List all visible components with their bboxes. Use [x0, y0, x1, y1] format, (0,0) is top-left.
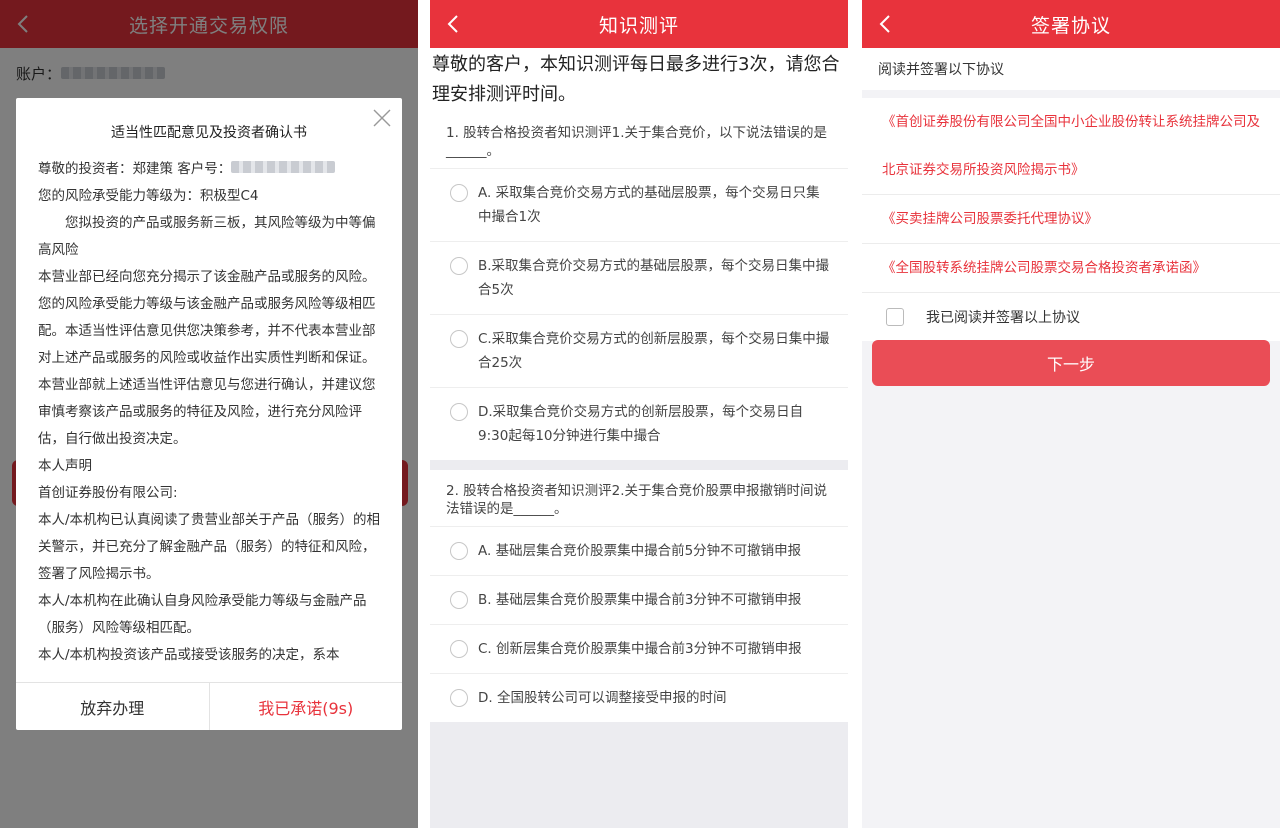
agreement-header: 阅读并签署以下协议 — [862, 48, 1280, 90]
next-button[interactable]: 下一步 — [872, 340, 1270, 386]
navbar: 知识测评 — [430, 0, 848, 48]
option-label: B. 基础层集合竞价股票集中撮合前3分钟不可撤销申报 — [478, 592, 802, 608]
dialog-paragraph: 您拟投资的产品或服务新三板，其风险等级为中等偏高风险 — [38, 215, 376, 258]
question-text: 1. 股转合格投资者知识测评1.关于集合竞价，以下说法错误的是______。 — [446, 125, 828, 159]
radio-button[interactable] — [450, 689, 468, 707]
dialog-paragraph: 本人声明 — [38, 458, 92, 474]
dialog-paragraph: 本人/本机构投资该产品或接受该服务的决定，系本 — [38, 647, 340, 663]
option-row[interactable]: D. 全国股转公司可以调整接受申报的时间 — [430, 673, 848, 722]
option-row[interactable]: C.采取集合竞价交易方式的创新层股票，每个交易日集中撮合25次 — [430, 314, 848, 387]
agree-checkbox-label: 我已阅读并签署以上协议 — [926, 310, 1080, 326]
option-label: D. 全国股转公司可以调整接受申报的时间 — [478, 690, 727, 706]
risk-level: 您的风险承受能力等级为：积极型C4 — [38, 188, 259, 204]
radio-button[interactable] — [450, 591, 468, 609]
modal-overlay: 适当性匹配意见及投资者确认书 尊敬的投资者：郑建策 客户号： 您的风险承受能力等… — [0, 0, 418, 828]
agreement-list: 《首创证券股份有限公司全国中小企业股份转让系统挂牌公司及 北京证券交易所投资风险… — [862, 98, 1280, 293]
option-label: D.采取集合竞价交易方式的创新层股票，每个交易日自9:30起每10分钟进行集中撮… — [478, 404, 804, 444]
agree-checkbox-row[interactable]: 我已阅读并签署以上协议 — [862, 293, 1280, 341]
dialog-paragraph: 本人/本机构已认真阅读了贵营业部关于产品（服务）的相关警示，并已充分了解金融产品… — [38, 512, 381, 582]
agreement-link[interactable]: 北京证券交易所投资风险揭示书》 — [862, 146, 1280, 195]
page-title: 签署协议 — [1030, 14, 1111, 37]
agreement-link[interactable]: 《全国股转系统挂牌公司股票交易合格投资者承诺函》 — [862, 244, 1280, 293]
masked-customer-id — [231, 161, 336, 173]
radio-button[interactable] — [450, 184, 468, 202]
page-title: 知识测评 — [598, 14, 679, 37]
back-icon[interactable] — [446, 0, 470, 48]
dialog-paragraph: 本营业部就上述适当性评估意见与您进行确认，并建议您审慎考察该产品或服务的特征及风… — [38, 377, 376, 447]
radio-button[interactable] — [450, 403, 468, 421]
agree-checkbox[interactable] — [886, 308, 904, 326]
option-row[interactable]: B. 基础层集合竞价股票集中撮合前3分钟不可撤销申报 — [430, 575, 848, 624]
divider — [430, 460, 848, 470]
dialog-paragraph: 本人/本机构在此确认自身风险承受能力等级与金融产品（服务）风险等级相匹配。 — [38, 593, 367, 636]
confirm-button[interactable]: 我已承诺(9s) — [210, 683, 403, 730]
radio-button[interactable] — [450, 542, 468, 560]
agreement-link[interactable]: 《首创证券股份有限公司全国中小企业股份转让系统挂牌公司及 — [862, 98, 1280, 146]
option-row[interactable]: B.采取集合竞价交易方式的基础层股票，每个交易日集中撮合5次 — [430, 241, 848, 314]
option-row[interactable]: D.采取集合竞价交易方式的创新层股票，每个交易日自9:30起每10分钟进行集中撮… — [430, 387, 848, 460]
dialog-paragraph: 首创证券股份有限公司: — [38, 485, 178, 501]
agreement-link[interactable]: 《买卖挂牌公司股票委托代理协议》 — [862, 195, 1280, 244]
question: 2. 股转合格投资者知识测评2.关于集合竞价股票申报撤销时间说法错误的是____… — [430, 470, 848, 722]
option-row[interactable]: A. 基础层集合竞价股票集中撮合前5分钟不可撤销申报 — [430, 526, 848, 575]
screen-trading-permission: 选择开通交易权限 账户： 适当性匹配意见及投资者确认书 尊敬的投资者：郑建策 客… — [0, 0, 418, 828]
screen-knowledge-test: 知识测评 尊敬的客户，本知识测评每日最多进行3次，请您合理安排测评时间。 1. … — [430, 0, 848, 828]
option-label: A. 基础层集合竞价股票集中撮合前5分钟不可撤销申报 — [478, 543, 802, 559]
quit-button[interactable]: 放弃办理 — [16, 683, 210, 730]
option-row[interactable]: A. 采取集合竞价交易方式的基础层股票，每个交易日只集中撮合1次 — [430, 168, 848, 241]
option-row[interactable]: C. 创新层集合竞价股票集中撮合前3分钟不可撤销申报 — [430, 624, 848, 673]
screen-sign-agreement: 签署协议 阅读并签署以下协议 《首创证券股份有限公司全国中小企业股份转让系统挂牌… — [862, 0, 1280, 828]
option-label: B.采取集合竞价交易方式的基础层股票，每个交易日集中撮合5次 — [478, 258, 830, 298]
radio-button[interactable] — [450, 330, 468, 348]
navbar: 签署协议 — [862, 0, 1280, 48]
suitability-dialog: 适当性匹配意见及投资者确认书 尊敬的投资者：郑建策 客户号： 您的风险承受能力等… — [16, 98, 402, 730]
dialog-actions: 放弃办理 我已承诺(9s) — [16, 682, 402, 730]
investor-line: 尊敬的投资者：郑建策 客户号： — [38, 156, 384, 183]
back-icon[interactable] — [878, 0, 902, 48]
option-label: C. 创新层集合竞价股票集中撮合前3分钟不可撤销申报 — [478, 641, 802, 657]
dialog-paragraph: 本营业部已经向您充分揭示了该金融产品或服务的风险。您的风险承受能力等级与该金融产… — [38, 269, 376, 366]
option-label: A. 采取集合竞价交易方式的基础层股票，每个交易日只集中撮合1次 — [478, 185, 820, 225]
question-text: 2. 股转合格投资者知识测评2.关于集合竞价股票申报撤销时间说法错误的是____… — [446, 483, 828, 517]
dialog-title: 适当性匹配意见及投资者确认书 — [111, 125, 307, 141]
radio-button[interactable] — [450, 257, 468, 275]
dialog-body[interactable]: 尊敬的投资者：郑建策 客户号： 您的风险承受能力等级为：积极型C4 您拟投资的产… — [38, 156, 384, 682]
radio-button[interactable] — [450, 640, 468, 658]
question: 1. 股转合格投资者知识测评1.关于集合竞价，以下说法错误的是______。 A… — [430, 112, 848, 460]
option-label: C.采取集合竞价交易方式的创新层股票，每个交易日集中撮合25次 — [478, 331, 830, 371]
